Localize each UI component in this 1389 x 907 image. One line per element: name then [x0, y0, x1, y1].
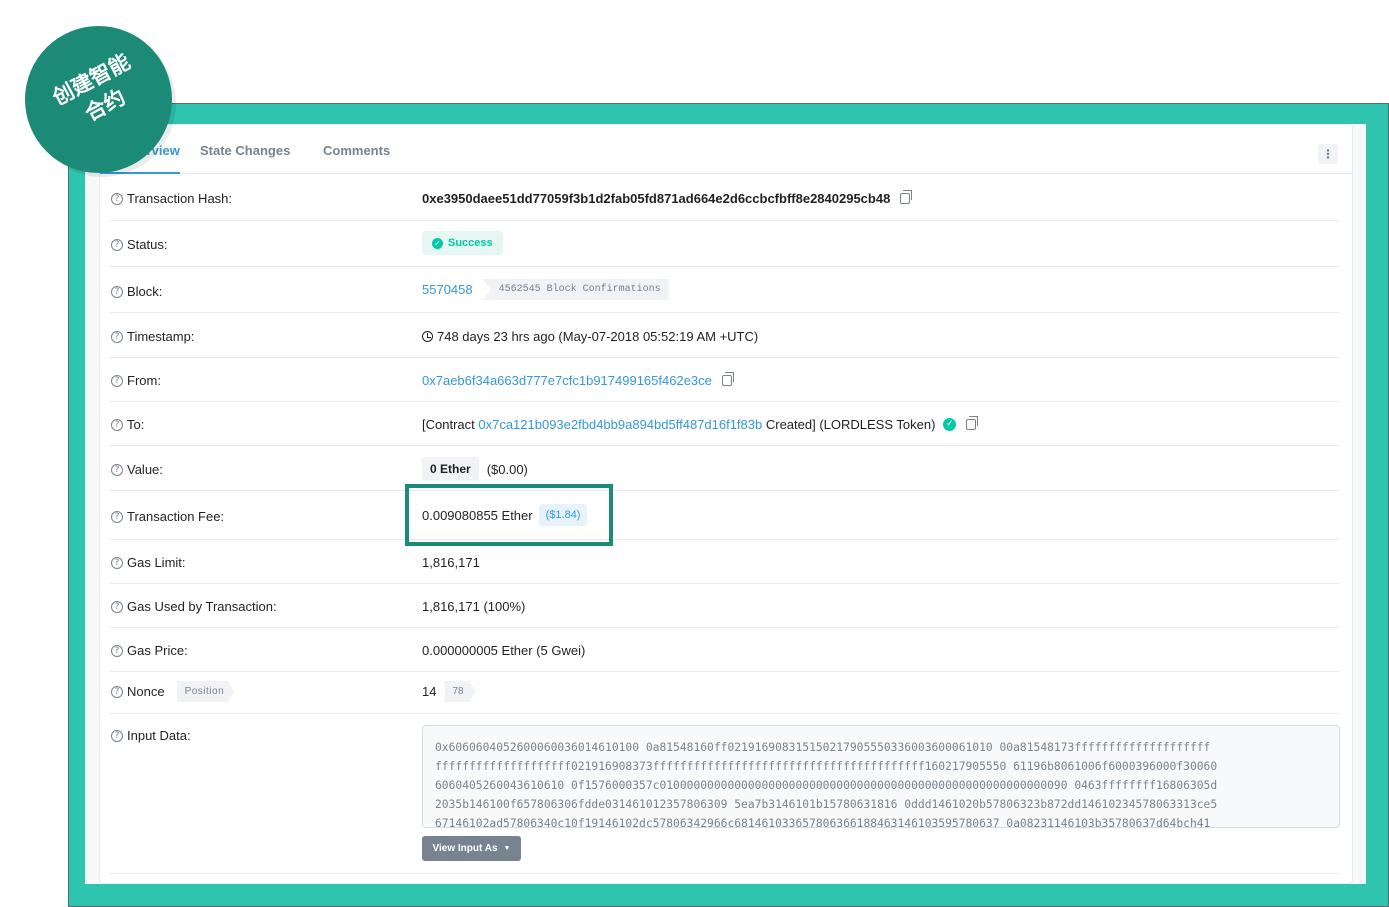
- row-label: Block:: [127, 284, 163, 299]
- row-to: ? To: [Contract 0x7ca121b093e2fbd4bb9a89…: [110, 402, 1340, 446]
- row-gas-used: ? Gas Used by Transaction: 1,816,171 (10…: [110, 584, 1340, 628]
- input-data-line: 2035b146100f657806306fdde031461012357806…: [435, 798, 1218, 811]
- row-transaction-hash: ? Transaction Hash: 0xe3950daee51dd77059…: [110, 174, 1340, 221]
- copy-icon[interactable]: [966, 416, 979, 430]
- help-icon: ?: [111, 238, 123, 251]
- help-icon: ?: [111, 729, 123, 742]
- row-label: Input Data:: [127, 728, 191, 743]
- row-label: From:: [127, 373, 161, 388]
- row-label: To:: [127, 417, 145, 432]
- help-icon: ?: [111, 510, 123, 523]
- position-tag: Position: [177, 681, 235, 702]
- etherscan-panel: Overview State Changes Comments ⋮ ? Tran…: [85, 124, 1366, 884]
- title-badge: 创建智能 合约: [25, 26, 172, 173]
- copy-icon[interactable]: [721, 372, 734, 386]
- tab-state-changes[interactable]: State Changes: [200, 143, 290, 158]
- transaction-hash: 0xe3950daee51dd77059f3b1d2fab05fd871ad66…: [422, 191, 891, 206]
- to-prefix: [Contract: [422, 417, 479, 432]
- row-gas-limit: ? Gas Limit: 1,816,171: [110, 540, 1340, 584]
- fee-highlight-box: [405, 484, 613, 546]
- gas-price-value: 0.000000005 Ether (5 Gwei): [422, 643, 586, 658]
- chevron-down-icon: ▼: [503, 845, 511, 852]
- more-options-icon[interactable]: ⋮: [1318, 144, 1338, 164]
- input-data-line: ffffffffffffffffffff021916908373ffffffff…: [435, 760, 1218, 773]
- row-status: ? Status: ✓ Success: [110, 221, 1340, 267]
- row-gas-price: ? Gas Price: 0.000000005 Ether (5 Gwei): [110, 628, 1340, 672]
- row-label: Nonce: [127, 684, 165, 699]
- help-icon: ?: [111, 418, 123, 431]
- input-data-textarea[interactable]: 0x6060604052600060036014610100 0a8154816…: [422, 725, 1340, 828]
- help-icon: ?: [111, 374, 123, 387]
- ether-value-tag: 0 Ether: [422, 457, 479, 481]
- usd-value: ($0.00): [486, 461, 528, 477]
- status-badge: ✓ Success: [422, 231, 503, 255]
- view-input-as-button[interactable]: View Input As ▼: [422, 836, 521, 861]
- help-icon: ?: [111, 644, 123, 657]
- help-icon: ?: [111, 685, 123, 698]
- block-number-link[interactable]: 5570458: [422, 282, 473, 297]
- help-icon: ?: [111, 556, 123, 569]
- row-label: Value:: [127, 462, 163, 477]
- transaction-card: Overview State Changes Comments ⋮ ? Tran…: [99, 124, 1353, 884]
- input-data-line: 6060405260043610610 0f1576000357c0100000…: [435, 779, 1218, 792]
- from-address-link[interactable]: 0x7aeb6f34a663d777e7cfc1b917499165f462e3…: [422, 373, 712, 388]
- position-value-tag: 78: [444, 681, 475, 702]
- gas-limit-value: 1,816,171: [422, 555, 480, 570]
- row-label: Timestamp:: [127, 329, 195, 344]
- copy-icon[interactable]: [900, 190, 913, 204]
- row-transaction-fee: ? Transaction Fee: 0.009080855 Ether ($1…: [110, 491, 1340, 540]
- input-data-line: 0x6060604052600060036014610100 0a8154816…: [435, 741, 1211, 754]
- help-icon: ?: [111, 285, 123, 298]
- row-label: Gas Used by Transaction:: [127, 599, 277, 614]
- verified-check-icon: ✓: [943, 418, 957, 431]
- row-label: Transaction Fee:: [127, 509, 225, 524]
- gas-used-value: 1,816,171 (100%): [422, 599, 526, 614]
- row-from: ? From: 0x7aeb6f34a663d777e7cfc1b9174991…: [110, 358, 1340, 402]
- row-label: Gas Price:: [127, 643, 188, 658]
- to-suffix: Created] (LORDLESS Token): [762, 417, 936, 432]
- help-icon: ?: [111, 330, 123, 343]
- help-icon: ?: [111, 192, 123, 205]
- timestamp-value: 748 days 23 hrs ago (May-07-2018 05:52:1…: [437, 329, 759, 344]
- tab-comments[interactable]: Comments: [323, 143, 390, 158]
- input-data-line: 67146102ad57806340c10f19146102dc57806342…: [435, 817, 1211, 828]
- block-confirmations-tag: 4562545 Block Confirmations: [482, 279, 669, 300]
- row-nonce: ? Nonce Position 14 78: [110, 672, 1340, 714]
- row-value: ? Value: 0 Ether ($0.00): [110, 446, 1340, 491]
- help-icon: ?: [111, 463, 123, 476]
- help-icon: ?: [111, 600, 123, 613]
- row-block: ? Block: 5570458 4562545 Block Confirmat…: [110, 267, 1340, 313]
- check-circle-icon: ✓: [432, 237, 443, 249]
- clock-icon: [422, 331, 433, 342]
- row-label: Transaction Hash:: [127, 191, 233, 206]
- contract-address-link[interactable]: 0x7ca121b093e2fbd4bb9a894bd5ff487d16f1f8…: [478, 417, 762, 432]
- row-timestamp: ? Timestamp: 748 days 23 hrs ago (May-07…: [110, 313, 1340, 358]
- tab-bar: Overview State Changes Comments ⋮: [100, 125, 1352, 174]
- nonce-value: 14: [422, 684, 437, 699]
- row-label: Gas Limit:: [127, 555, 186, 570]
- row-label: Status:: [127, 237, 168, 252]
